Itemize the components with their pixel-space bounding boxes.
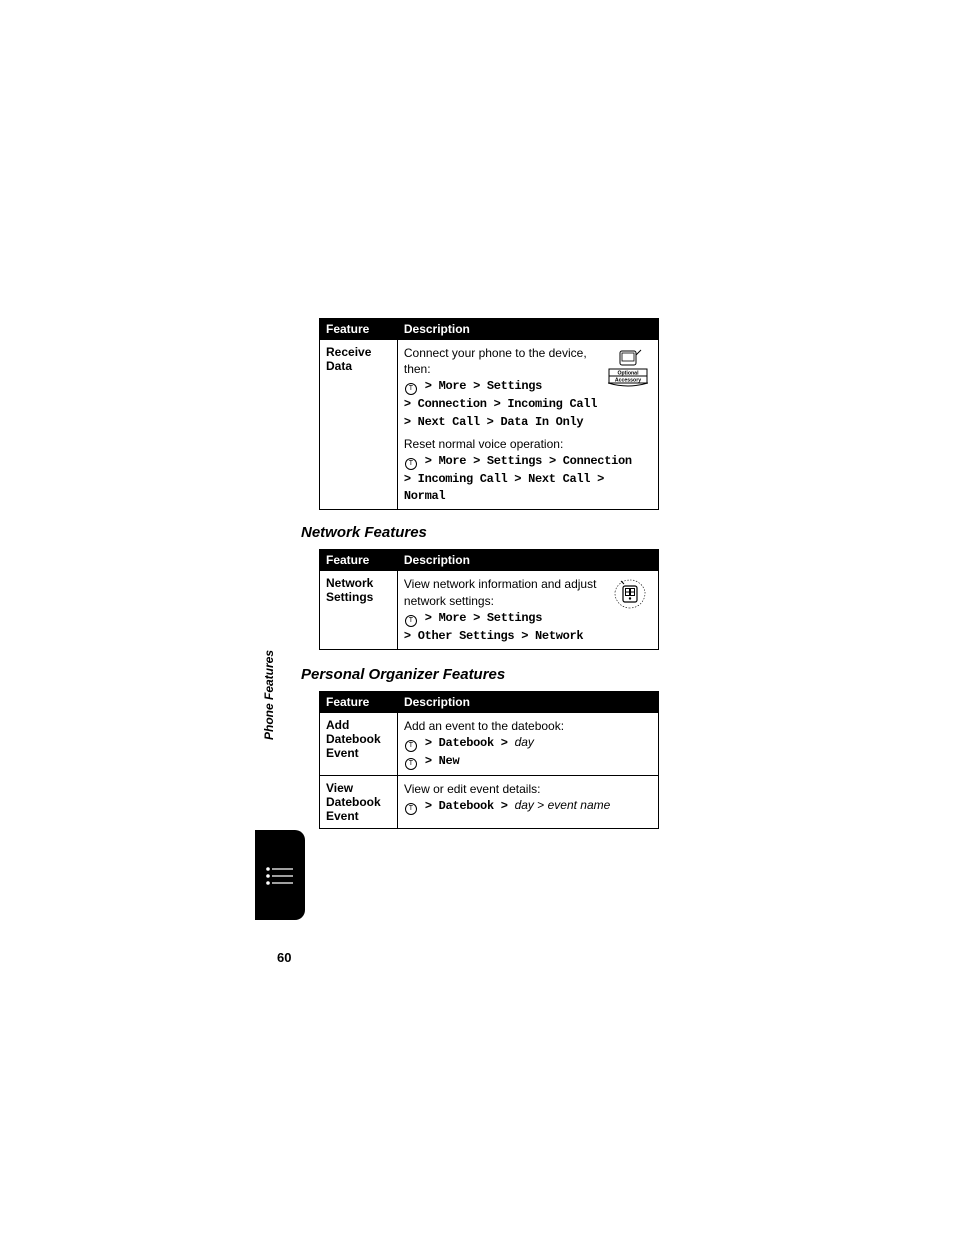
content-area: Feature Description Receive Data Optio — [319, 318, 669, 829]
description-cell: View or edit event details: T > Datebook… — [397, 776, 658, 829]
menu-path-italic: day — [515, 798, 534, 812]
page-number: 60 — [277, 950, 291, 965]
menu-key-icon: T — [405, 803, 417, 815]
col-description: Description — [397, 550, 658, 571]
menu-key-icon: T — [405, 458, 417, 470]
receive-data-table: Feature Description Receive Data Optio — [319, 318, 659, 510]
desc-text: Reset normal voice operation: — [404, 437, 563, 451]
description-cell: Optional Accessory Connect your phone to… — [397, 340, 658, 510]
desc-text: View network information and adjust netw… — [404, 577, 597, 607]
description-wrap: Optional Accessory Connect your phone to… — [404, 345, 652, 504]
section-heading-network: Network Features — [301, 524, 669, 541]
network-table: Feature Description Network Settings — [319, 549, 659, 650]
menu-path: > Connection > Incoming Call — [404, 397, 597, 411]
feature-cell: Add Datebook Event — [320, 712, 398, 775]
menu-path: > Other Settings > Network — [404, 629, 583, 643]
table-row: Add Datebook Event Add an event to the d… — [320, 712, 659, 775]
menu-key-icon: T — [405, 740, 417, 752]
col-feature: Feature — [320, 691, 398, 712]
menu-path-italic: event name — [548, 798, 611, 812]
col-feature: Feature — [320, 319, 398, 340]
table-row: View Datebook Event View or edit event d… — [320, 776, 659, 829]
page: Feature Description Receive Data Optio — [0, 0, 954, 1235]
optional-accessory-icon: Optional Accessory — [608, 349, 648, 387]
menu-path: > Datebook > — [418, 799, 515, 813]
menu-path: > Datebook > — [418, 736, 515, 750]
menu-path: > Incoming Call > Next Call > Normal — [404, 472, 604, 503]
col-feature: Feature — [320, 550, 398, 571]
network-feature-icon — [612, 578, 648, 612]
menu-path: > — [534, 798, 548, 812]
description-wrap: View network information and adjust netw… — [404, 576, 652, 644]
desc-text: Add an event to the datebook: — [404, 719, 564, 733]
menu-path: > More > Settings > Connection — [418, 454, 632, 468]
menu-path: > Next Call > Data In Only — [404, 415, 583, 429]
badge-text-bottom: Accessory — [615, 378, 641, 384]
section-heading-organizer: Personal Organizer Features — [301, 666, 669, 683]
feature-cell: View Datebook Event — [320, 776, 398, 829]
col-description: Description — [397, 319, 658, 340]
menu-path-italic: day — [515, 735, 534, 749]
desc-text: View or edit event details: — [404, 782, 541, 796]
menu-path: > New — [418, 754, 459, 768]
table-header-row: Feature Description — [320, 319, 659, 340]
side-tab-icon — [255, 830, 305, 920]
menu-path: > More > Settings — [418, 611, 542, 625]
desc-text: Connect your phone to the device, then: — [404, 346, 587, 376]
menu-key-icon: T — [405, 383, 417, 395]
table-header-row: Feature Description — [320, 550, 659, 571]
organizer-table: Feature Description Add Datebook Event A… — [319, 691, 659, 829]
menu-path: > More > Settings — [418, 379, 542, 393]
desc-block: Reset normal voice operation: T > More >… — [404, 436, 652, 505]
feature-cell: Receive Data — [320, 340, 398, 510]
menu-key-icon: T — [405, 615, 417, 627]
description-cell: Add an event to the datebook: T > Datebo… — [397, 712, 658, 775]
side-section-label: Phone Features — [262, 650, 276, 740]
table-row: Receive Data Optional Accessory — [320, 340, 659, 510]
menu-key-icon: T — [405, 758, 417, 770]
table-row: Network Settings — [320, 571, 659, 650]
feature-cell: Network Settings — [320, 571, 398, 650]
table-header-row: Feature Description — [320, 691, 659, 712]
description-cell: View network information and adjust netw… — [397, 571, 658, 650]
col-description: Description — [397, 691, 658, 712]
